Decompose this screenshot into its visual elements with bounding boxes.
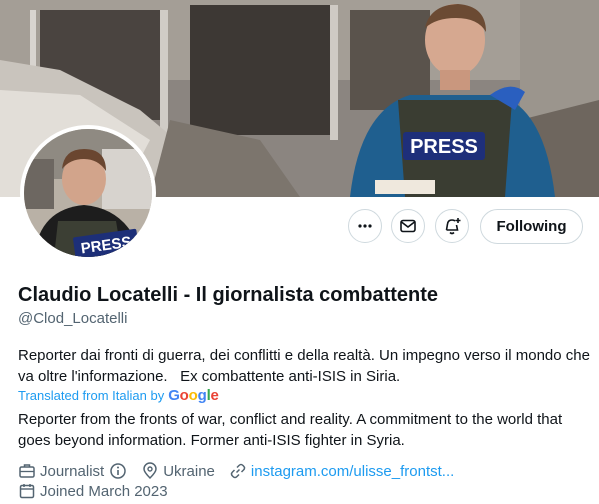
profession-label: Journalist [40,462,105,480]
more-button[interactable] [348,209,382,243]
google-logo: Google [168,387,219,404]
joined-date: Joined March 2023 [40,482,168,500]
translation-notice[interactable]: Translated from Italian by Google [18,387,219,404]
banner-press-text: PRESS [410,136,478,158]
message-button[interactable] [391,209,425,243]
more-icon [358,224,372,228]
translated-label: Translated from Italian by [18,388,165,403]
location-icon [143,462,157,480]
user-handle: @Clod_Locatelli [18,310,128,327]
website-link[interactable]: instagram.com/ulisse_frontst... [251,463,454,480]
info-icon[interactable] [109,462,127,480]
briefcase-icon [19,464,35,478]
message-icon [400,219,416,233]
following-button[interactable]: Following [480,209,583,244]
bio-original: Reporter dai fronti di guerra, dei confl… [18,347,595,385]
notifications-button[interactable] [435,209,469,243]
joined-row: Joined March 2023 [18,482,168,500]
display-name: Claudio Locatelli - Il giornalista comba… [18,284,439,306]
location-label: Ukraine [163,462,215,480]
avatar-image: PRESS [24,129,152,257]
link-icon [230,463,246,479]
profile-avatar[interactable]: PRESS [20,125,156,261]
profile-meta-row: Journalist Ukraine instagram.com/ulisse_… [18,462,454,480]
notify-icon [445,218,461,235]
calendar-icon [19,484,35,499]
bio-translated: Reporter from the fronts of war, conflic… [18,411,563,449]
